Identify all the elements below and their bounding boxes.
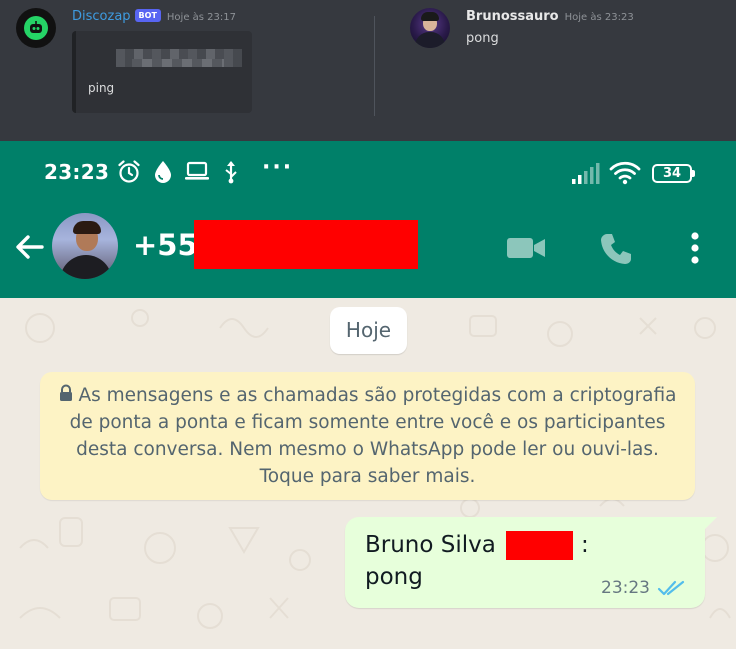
- more-vert-icon[interactable]: [687, 230, 703, 266]
- status-bar: 23:23 ··· 34: [0, 141, 736, 201]
- avatar-body: [60, 255, 112, 279]
- chat-header: +55: [0, 201, 736, 298]
- status-time: 23:23: [44, 160, 110, 184]
- encryption-notice[interactable]: As mensagens e as chamadas são protegida…: [40, 372, 695, 500]
- contact-avatar[interactable]: [52, 213, 118, 279]
- redaction-box: [506, 531, 573, 560]
- more-notifications-indicator: ···: [262, 155, 294, 180]
- redaction-box: [194, 220, 418, 269]
- panel-divider: [374, 16, 375, 116]
- double-check-icon: [657, 580, 685, 596]
- message-time: 23:23: [601, 578, 650, 598]
- lock-icon: [60, 384, 73, 401]
- pixelated-redaction: [132, 59, 224, 67]
- encryption-notice-text: As mensagens e as chamadas são protegida…: [69, 385, 677, 487]
- message-timestamp: Hoje às 23:23: [564, 12, 634, 23]
- alarm-icon: [118, 160, 140, 183]
- message-body: pong: [365, 564, 423, 590]
- wifi-icon: [609, 161, 641, 185]
- chat-area[interactable]: Hoje As mensagens e as chamadas são prot…: [0, 298, 736, 649]
- laptop-icon: [185, 161, 209, 180]
- back-arrow-icon[interactable]: [12, 229, 48, 265]
- drop-icon: [155, 161, 171, 183]
- contact-phone-prefix[interactable]: +55: [133, 228, 198, 262]
- message-timestamp: Hoje às 23:17: [166, 12, 236, 23]
- video-call-icon[interactable]: [505, 234, 547, 262]
- message-embed: ping: [72, 31, 252, 113]
- bot-tag: BOT: [134, 9, 161, 22]
- voice-call-icon[interactable]: [598, 231, 634, 267]
- signal-icon: [572, 163, 600, 184]
- embed-text: ping: [88, 81, 115, 95]
- message-text: pong: [466, 31, 499, 46]
- bot-avatar[interactable]: [16, 8, 56, 48]
- avatar-hair: [73, 221, 101, 234]
- avatar[interactable]: [410, 8, 450, 48]
- author-name[interactable]: Discozap: [72, 9, 131, 24]
- message-header: Discozap BOT Hoje às 23:17: [72, 9, 236, 24]
- message-colon: :: [581, 532, 589, 558]
- outgoing-message[interactable]: Bruno Silva : pong 23:23: [345, 517, 717, 608]
- message-header: Brunossauro Hoje às 23:23: [466, 9, 634, 24]
- author-name[interactable]: Brunossauro: [466, 9, 559, 24]
- phone-screenshot: 23:23 ··· 34 +55 Hoje As mensagens e as …: [0, 141, 736, 649]
- avatar-hair: [421, 12, 439, 21]
- avatar-body: [415, 32, 445, 48]
- whatsapp-bot-icon: [24, 16, 48, 40]
- usb-icon: [225, 161, 237, 184]
- date-chip: Hoje: [330, 307, 407, 354]
- discord-panel: Discozap BOT Hoje às 23:17 ping Brunossaur…: [0, 0, 736, 141]
- battery-icon: 34: [652, 164, 695, 183]
- message-sender-prefix: Bruno Silva: [365, 532, 496, 558]
